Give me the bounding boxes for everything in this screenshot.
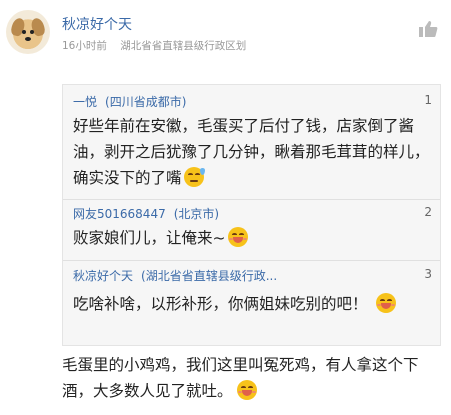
avatar-eye bbox=[30, 30, 34, 34]
quote-location: (湖北省省直辖县级行政... bbox=[141, 269, 278, 283]
user-avatar[interactable] bbox=[6, 10, 50, 54]
thumbs-up-icon[interactable] bbox=[418, 20, 438, 38]
quote-text: 败家娘们儿，让俺来~ bbox=[73, 225, 430, 251]
floor-number: 2 bbox=[424, 205, 432, 219]
quote-user[interactable]: 一悦 bbox=[73, 95, 97, 109]
comment-text: 毛蛋里的小鸡鸡，我们这里叫冤死鸡，有人拿这个下酒，大多数人见了就吐。 bbox=[62, 352, 447, 404]
quote-location: (北京市) bbox=[173, 207, 220, 221]
comment-location: 湖北省省直辖县级行政区划 bbox=[120, 40, 247, 52]
quote-text: 吃啥补啥，以形补形，你俩姐妹吃别的吧！ bbox=[73, 291, 430, 317]
quote-user[interactable]: 秋凉好个天 bbox=[73, 269, 133, 283]
quote-text-content: 好些年前在安徽，毛蛋买了后付了钱，店家倒了酱油，剥开之后犹豫了几分钟，瞅着那毛茸… bbox=[73, 117, 430, 187]
quote-text-content: 吃啥补啥，以形补形，你俩姐妹吃别的吧！ bbox=[73, 295, 368, 313]
quote-entry[interactable]: 秋凉好个天 (湖北省省直辖县级行政... 3 吃啥补啥，以形补形，你俩姐妹吃别的吧… bbox=[63, 261, 440, 345]
quote-title: 一悦 (四川省成都市) bbox=[73, 93, 186, 110]
grin-face-icon bbox=[375, 293, 396, 313]
quote-entry[interactable]: 一悦 (四川省成都市) 1 好些年前在安徽，毛蛋买了后付了钱，店家倒了酱油，剥开之… bbox=[63, 85, 440, 199]
comment-time: 16小时前 bbox=[62, 40, 107, 52]
avatar-ear bbox=[9, 16, 27, 38]
quoted-replies: 一悦 (四川省成都市) 1 好些年前在安徽，毛蛋买了后付了钱，店家倒了酱油，剥开之… bbox=[62, 84, 441, 346]
quote-location: (四川省成都市) bbox=[105, 95, 187, 109]
avatar-eye bbox=[22, 30, 26, 34]
comment-meta: 16小时前 湖北省省直辖县级行政区划 bbox=[62, 38, 246, 53]
quote-user[interactable]: 网友501668447 bbox=[73, 207, 166, 221]
quote-title: 秋凉好个天 (湖北省省直辖县级行政... bbox=[73, 267, 277, 284]
quote-text: 好些年前在安徽，毛蛋买了后付了钱，店家倒了酱油，剥开之后犹豫了几分钟，瞅着那毛茸… bbox=[73, 113, 430, 191]
quote-title: 网友501668447 (北京市) bbox=[73, 205, 219, 222]
avatar-ear bbox=[29, 16, 47, 38]
quote-text-content: 败家娘们儿，让俺来~ bbox=[73, 229, 226, 247]
grin-face-icon bbox=[227, 227, 248, 247]
floor-number: 3 bbox=[424, 267, 432, 281]
comment-username[interactable]: 秋凉好个天 bbox=[62, 14, 132, 34]
grin-face-icon bbox=[236, 380, 257, 400]
avatar-nose bbox=[25, 37, 31, 41]
quote-entry[interactable]: 网友501668447 (北京市) 2 败家娘们儿，让俺来~ bbox=[63, 200, 440, 260]
floor-number: 1 bbox=[424, 93, 432, 107]
sweat-face-icon bbox=[183, 167, 205, 187]
comment-header: 秋凉好个天 16小时前 湖北省省直辖县级行政区划 bbox=[0, 0, 451, 60]
